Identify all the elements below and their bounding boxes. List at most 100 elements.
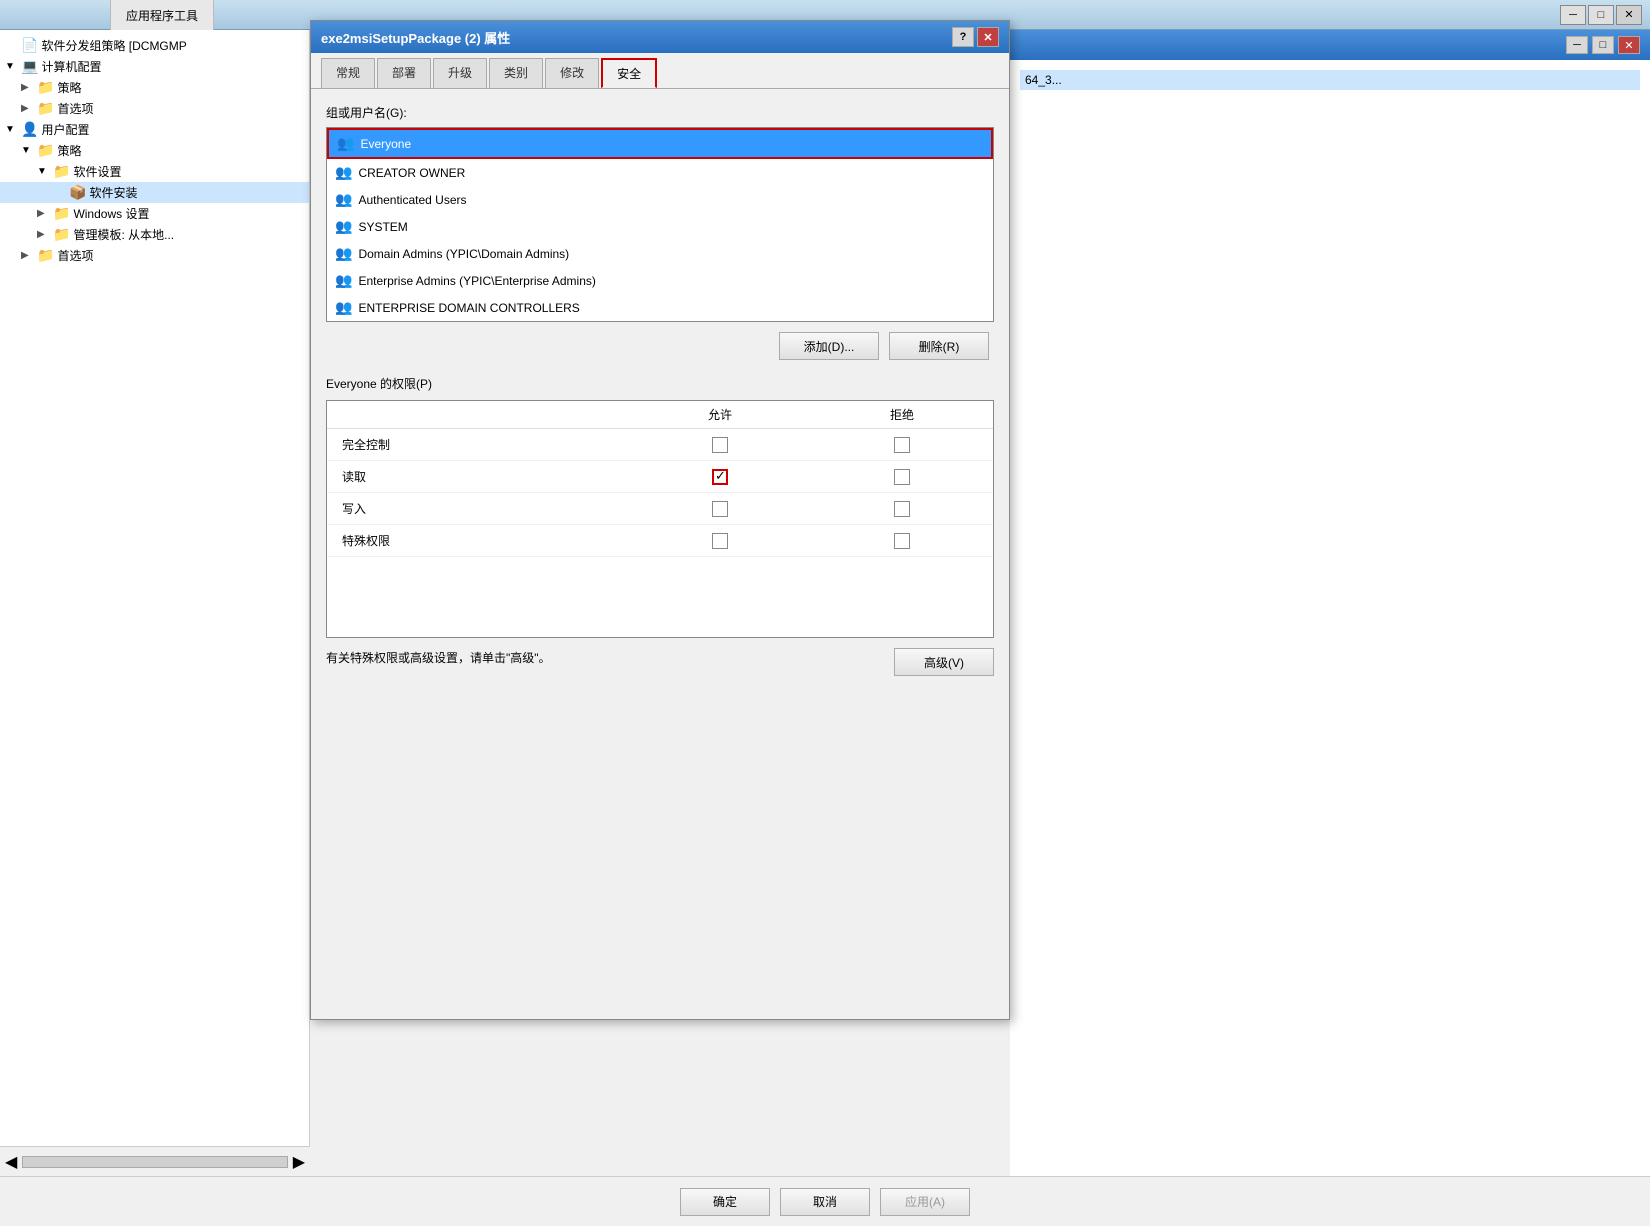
tree-icon-folder-1: 📁	[37, 79, 54, 96]
tree-icon-computer: 💻	[21, 58, 38, 75]
tree-expand-arrow: ▼	[5, 61, 21, 72]
user-item-domain-admins[interactable]: 👥 Domain Admins (YPIC\Domain Admins)	[327, 240, 993, 267]
tab-general[interactable]: 常规	[321, 58, 375, 88]
tree-icon-folder-2: 📁	[37, 100, 54, 117]
dialog-close-btn[interactable]: ✕	[977, 27, 999, 47]
perm-name-read: 读取	[327, 461, 629, 493]
tree-item-policy[interactable]: 📄 软件分发组策略 [DCMGMP	[0, 35, 309, 56]
bottom-button-bar: 确定 取消 应用(A)	[0, 1176, 1650, 1226]
checkbox-deny-write[interactable]	[894, 501, 910, 517]
user-item-creator-owner[interactable]: 👥 CREATOR OWNER	[327, 159, 993, 186]
tree-item-software-install[interactable]: 📦 软件安装	[0, 182, 309, 203]
tab-deploy[interactable]: 部署	[377, 58, 431, 88]
user-item-enterprise-admins[interactable]: 👥 Enterprise Admins (YPIC\Enterprise Adm…	[327, 267, 993, 294]
app-tools-label: 应用程序工具	[110, 0, 214, 30]
tree-item-software-setting[interactable]: ▼ 📁 软件设置	[0, 161, 309, 182]
right-list-item: 64_3...	[1020, 70, 1640, 90]
tab-modify[interactable]: 修改	[545, 58, 599, 88]
perm-deny-write[interactable]	[811, 493, 993, 525]
user-name-everyone: Everyone	[360, 137, 411, 151]
perm-deny-read[interactable]	[811, 461, 993, 493]
right-panel-title-bar: ─ □ ✕	[1010, 30, 1650, 60]
add-user-button[interactable]: 添加(D)...	[779, 332, 879, 360]
right-panel: ─ □ ✕ 64_3...	[1010, 30, 1650, 1176]
dialog-title-controls: ? ✕	[952, 27, 999, 47]
tree-icon-doc: 📄	[21, 37, 38, 54]
dialog-help-btn[interactable]: ?	[952, 27, 974, 47]
perm-allow-special[interactable]	[629, 525, 811, 557]
checkbox-allow-read[interactable]	[712, 469, 728, 485]
checkbox-deny-full[interactable]	[894, 437, 910, 453]
permissions-label: Everyone 的权限(P)	[326, 375, 994, 392]
perm-allow-full[interactable]	[629, 429, 811, 461]
right-close-btn[interactable]: ✕	[1618, 36, 1640, 54]
close-button[interactable]: ✕	[1616, 5, 1642, 25]
user-icon-auth: 👥	[335, 191, 352, 208]
user-item-everyone[interactable]: 👥 Everyone	[327, 128, 993, 159]
tree-icon-folder-3: 📁	[37, 142, 54, 159]
tree-item-preference-2[interactable]: ▶ 📁 首选项	[0, 245, 309, 266]
tree-item-windows-setting[interactable]: ▶ 📁 Windows 设置	[0, 203, 309, 224]
checkbox-allow-full[interactable]	[712, 437, 728, 453]
minimize-button[interactable]: ─	[1560, 5, 1586, 25]
tree-item-admin-template[interactable]: ▶ 📁 管理模板: 从本地...	[0, 224, 309, 245]
perm-name-special: 特殊权限	[327, 525, 629, 557]
tree-icon-folder-7: 📁	[37, 247, 54, 264]
checkbox-allow-write[interactable]	[712, 501, 728, 517]
user-name-creator: CREATOR OWNER	[358, 166, 465, 180]
perm-table-extra-space	[327, 557, 993, 637]
dialog-title-bar: exe2msiSetupPackage (2) 属性 ? ✕	[311, 21, 1009, 53]
perm-col-allow: 允许	[629, 401, 811, 429]
dialog-body: 组或用户名(G): 👥 Everyone 👥 CREATOR OWNER 👥 A…	[311, 89, 1009, 691]
user-icon-creator: 👥	[335, 164, 352, 181]
perm-deny-special[interactable]	[811, 525, 993, 557]
advanced-button[interactable]: 高级(V)	[894, 648, 994, 676]
checkbox-deny-read[interactable]	[894, 469, 910, 485]
cancel-button[interactable]: 取消	[780, 1188, 870, 1216]
checkbox-deny-special[interactable]	[894, 533, 910, 549]
user-name-auth: Authenticated Users	[358, 193, 466, 207]
perm-row-full-control: 完全控制	[327, 429, 993, 461]
right-minimize-btn[interactable]: ─	[1566, 36, 1588, 54]
tab-bar: 常规 部署 升级 类别 修改 安全	[311, 53, 1009, 89]
tree-item-user-config[interactable]: ▼ 👤 用户配置	[0, 119, 309, 140]
dialog-title: exe2msiSetupPackage (2) 属性	[321, 28, 510, 47]
scroll-thumb[interactable]	[22, 1156, 287, 1168]
tree-item-preference-1[interactable]: ▶ 📁 首选项	[0, 98, 309, 119]
user-name-domain: Domain Admins (YPIC\Domain Admins)	[358, 247, 569, 261]
tree-view: 📄 软件分发组策略 [DCMGMP ▼ 💻 计算机配置 ▶ 📁 策略 ▶ 📁 首…	[0, 30, 309, 271]
scroll-right[interactable]: ▶	[293, 1152, 305, 1172]
ok-button[interactable]: 确定	[680, 1188, 770, 1216]
tab-upgrade[interactable]: 升级	[433, 58, 487, 88]
user-icon-domain: 👥	[335, 245, 352, 262]
perm-col-name	[327, 401, 629, 429]
apply-button[interactable]: 应用(A)	[880, 1188, 970, 1216]
permissions-table-container: 允许 拒绝 完全控制 读取 写入	[326, 400, 994, 638]
perm-row-special: 特殊权限	[327, 525, 993, 557]
perm-name-write: 写入	[327, 493, 629, 525]
advanced-button-row: 高级(V)	[894, 648, 994, 676]
perm-row-write: 写入	[327, 493, 993, 525]
tree-icon-user: 👤	[21, 121, 38, 138]
tree-item-policy-2[interactable]: ▼ 📁 策略	[0, 140, 309, 161]
right-panel-content: 64_3...	[1010, 60, 1650, 100]
tab-security[interactable]: 安全	[601, 58, 657, 88]
perm-allow-write[interactable]	[629, 493, 811, 525]
dialog-window: exe2msiSetupPackage (2) 属性 ? ✕ 常规 部署 升级 …	[310, 20, 1010, 1020]
user-name-enterprise: Enterprise Admins (YPIC\Enterprise Admin…	[358, 274, 595, 288]
tree-icon-folder-4: 📁	[53, 163, 70, 180]
remove-user-button[interactable]: 删除(R)	[889, 332, 989, 360]
group-user-label: 组或用户名(G):	[326, 104, 994, 121]
user-item-auth-users[interactable]: 👥 Authenticated Users	[327, 186, 993, 213]
maximize-button[interactable]: □	[1588, 5, 1614, 25]
user-item-enterprise-dc[interactable]: 👥 ENTERPRISE DOMAIN CONTROLLERS	[327, 294, 993, 321]
perm-deny-full[interactable]	[811, 429, 993, 461]
tree-item-policy-1[interactable]: ▶ 📁 策略	[0, 77, 309, 98]
perm-allow-read[interactable]	[629, 461, 811, 493]
right-maximize-btn[interactable]: □	[1592, 36, 1614, 54]
scroll-left[interactable]: ◀	[5, 1152, 17, 1172]
tab-category[interactable]: 类别	[489, 58, 543, 88]
checkbox-allow-special[interactable]	[712, 533, 728, 549]
tree-item-computer-config[interactable]: ▼ 💻 计算机配置	[0, 56, 309, 77]
user-item-system[interactable]: 👥 SYSTEM	[327, 213, 993, 240]
